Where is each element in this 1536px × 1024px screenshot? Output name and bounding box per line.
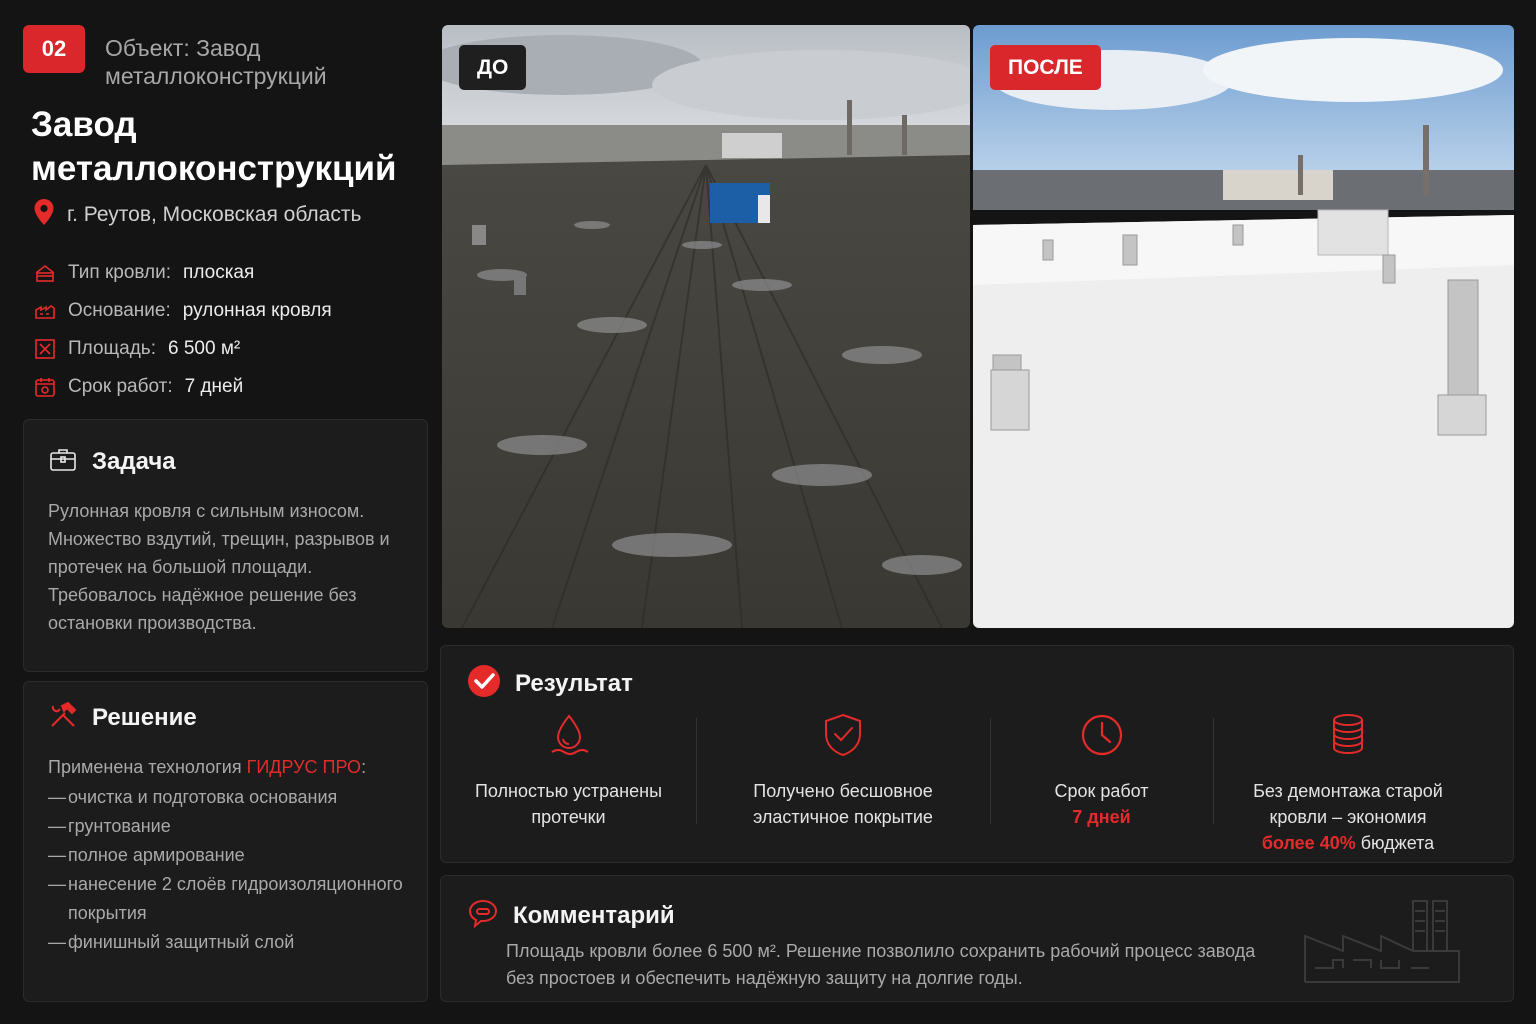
- solution-intro: Применена технология ГИДРУС ПРО:: [48, 757, 367, 777]
- result-text: Срок работ 7 дней: [1054, 781, 1149, 827]
- result-text: Полностью устранены протечки: [474, 781, 663, 827]
- after-label: ПОСЛЕ: [990, 45, 1101, 90]
- object-label: Объект: Завод металлоконструкций: [105, 35, 327, 89]
- list-item: нанесение 2 слоёв гидроизоляционного пок…: [48, 870, 403, 928]
- list-item: очистка и подготовка основания: [48, 783, 403, 812]
- after-photo: ПОСЛЕ: [973, 25, 1514, 628]
- result-item-savings: Без демонтажа старой кровли – экономия бол…: [1213, 712, 1483, 856]
- solution-steps: очистка и подготовка основания грунтован…: [48, 783, 403, 957]
- info-value: рулонная кровля: [182, 300, 332, 321]
- area-icon: [35, 339, 55, 359]
- info-value: 6 500 м²: [168, 338, 241, 359]
- page-title: Завод металлоконструкций: [31, 105, 397, 188]
- solution-title: Решение: [92, 703, 197, 731]
- comment-text: Площадь кровли более 6 500 м². Решение п…: [506, 941, 1256, 988]
- result-item-duration: Срок работ 7 дней: [990, 712, 1213, 830]
- list-item: грунтование: [48, 812, 403, 841]
- list-item: полное армирование: [48, 841, 403, 870]
- coins-icon: [1333, 714, 1363, 754]
- roof-icon: [35, 264, 55, 282]
- info-list: Тип кровли: плоская Основание: рулонная …: [34, 254, 332, 406]
- drop-icon: [550, 714, 589, 755]
- comment-card: Комментарий Площадь кровли более 6 500 м…: [440, 875, 1514, 1002]
- base-icon: [35, 305, 55, 319]
- result-item-coating: Получено бесшовное эластичное покрытие: [696, 712, 990, 830]
- before-photo: ДО: [442, 25, 970, 628]
- result-text: Без демонтажа старой кровли – экономия бол…: [1253, 781, 1443, 853]
- solution-card: Решение Применена технология ГИДРУС ПРО:…: [23, 681, 428, 1002]
- info-roof-type: Тип кровли: плоская: [34, 254, 332, 292]
- task-text: Рулонная кровля с сильным износом. Множе…: [48, 501, 390, 633]
- calendar-icon: [35, 378, 55, 397]
- factory-icon: [1304, 900, 1460, 983]
- result-item-leaks: Полностью устранены протечки: [441, 712, 696, 830]
- info-label: Срок работ:: [68, 376, 173, 397]
- result-text: Получено бесшовное эластичное покрытие: [753, 781, 933, 827]
- info-area: Площадь: 6 500 м²: [34, 330, 332, 368]
- task-card: Задача Рулонная кровля с сильным износом…: [23, 419, 428, 672]
- comment-title: Комментарий: [513, 901, 675, 929]
- info-duration: Срок работ: 7 дней: [34, 368, 332, 406]
- location-text: г. Реутов, Московская область: [67, 203, 362, 226]
- result-card: Результат Полностью устранены протечки По…: [440, 645, 1514, 863]
- shield-check-icon: [825, 713, 861, 757]
- info-base: Основание: рулонная кровля: [34, 292, 332, 330]
- technology-name: ГИДРУС ПРО: [246, 757, 362, 777]
- result-title: Результат: [515, 669, 633, 697]
- hammer-wrench-icon: [48, 700, 78, 735]
- info-value: плоская: [183, 262, 255, 283]
- before-label: ДО: [459, 45, 527, 90]
- info-label: Основание:: [68, 300, 171, 321]
- project-number-badge: 02: [23, 25, 85, 73]
- info-value: 7 дней: [184, 376, 244, 397]
- chat-bubble-icon: [467, 898, 499, 933]
- location: г. Реутов, Московская область: [33, 198, 361, 232]
- briefcase-icon: [48, 444, 78, 479]
- info-label: Тип кровли:: [68, 262, 172, 283]
- info-label: Площадь:: [68, 338, 156, 359]
- check-circle-icon: [467, 664, 501, 703]
- list-item: финишный защитный слой: [48, 928, 403, 957]
- clock-icon: [1081, 714, 1122, 756]
- task-title: Задача: [92, 447, 176, 475]
- map-pin-icon: [33, 198, 55, 232]
